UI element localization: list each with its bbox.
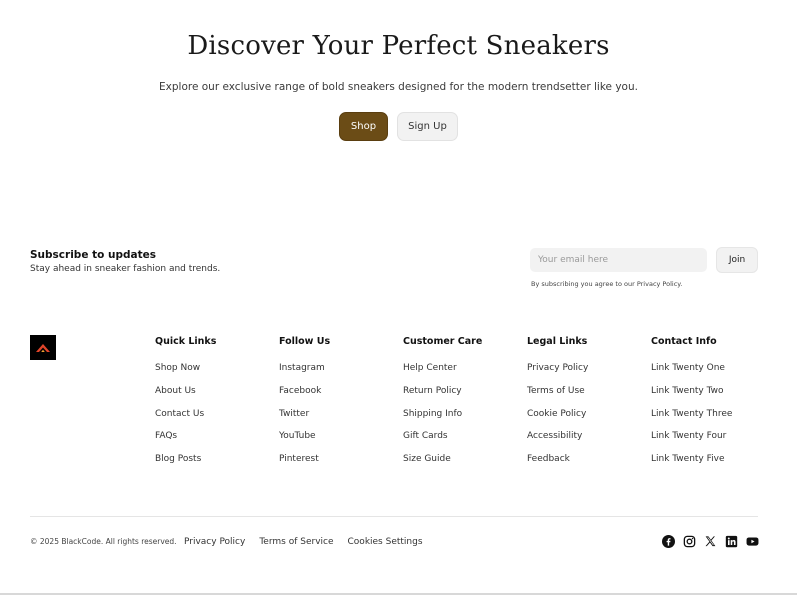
footer-link[interactable]: Instagram [279, 362, 330, 385]
footer-column-follow-us: Follow Us Instagram Facebook Twitter You… [279, 336, 330, 476]
footer-link[interactable]: Pinterest [279, 453, 330, 476]
footer-link[interactable]: Shop Now [155, 362, 216, 385]
footer-link[interactable]: Facebook [279, 385, 330, 408]
hero-subtitle: Explore our exclusive range of bold snea… [159, 81, 638, 93]
footer-link[interactable]: Link Twenty Three [651, 408, 732, 431]
footer-link[interactable]: FAQs [155, 430, 216, 453]
footer-column-customer-care: Customer Care Help Center Return Policy … [403, 336, 482, 476]
footer-link[interactable]: Feedback [527, 453, 588, 476]
footer-column-quick-links: Quick Links Shop Now About Us Contact Us… [155, 336, 216, 476]
privacy-policy-link[interactable]: Privacy Policy [184, 537, 245, 547]
consent-text: By subscribing you agree to our Privacy … [531, 280, 683, 288]
footer-link[interactable]: Accessibility [527, 430, 588, 453]
footer-link[interactable]: Return Policy [403, 385, 482, 408]
youtube-icon[interactable] [746, 535, 759, 548]
email-input[interactable] [530, 248, 707, 272]
footer-link[interactable]: Blog Posts [155, 453, 216, 476]
footer-link[interactable]: Gift Cards [403, 430, 482, 453]
social-icons [662, 535, 759, 548]
footer-link[interactable]: Cookie Policy [527, 408, 588, 431]
column-title: Customer Care [403, 336, 483, 347]
column-title: Contact Info [651, 336, 717, 347]
instagram-icon[interactable] [683, 535, 696, 548]
footer-link[interactable]: Size Guide [403, 453, 482, 476]
legal-links: Privacy Policy Terms of Service Cookies … [184, 537, 423, 547]
subscribe-title: Subscribe to updates [30, 249, 156, 261]
join-button[interactable]: Join [716, 247, 758, 273]
column-title: Quick Links [155, 336, 217, 347]
footer-link[interactable]: Link Twenty Five [651, 453, 732, 476]
footer-column-legal-links: Legal Links Privacy Policy Terms of Use … [527, 336, 588, 476]
footer-link[interactable]: Terms of Use [527, 385, 588, 408]
cookies-settings-link[interactable]: Cookies Settings [348, 537, 423, 547]
footer-divider [30, 516, 758, 517]
subscribe-description: Stay ahead in sneaker fashion and trends… [30, 264, 221, 274]
footer-column-contact-info: Contact Info Link Twenty One Link Twenty… [651, 336, 732, 476]
footer-link[interactable]: Twitter [279, 408, 330, 431]
column-title: Follow Us [279, 336, 331, 347]
footer-link[interactable]: About Us [155, 385, 216, 408]
footer-link[interactable]: Help Center [403, 362, 482, 385]
linkedin-icon[interactable] [725, 535, 738, 548]
x-icon[interactable] [704, 535, 717, 548]
footer-link[interactable]: YouTube [279, 430, 330, 453]
brand-logo[interactable] [30, 335, 56, 360]
shop-button[interactable]: Shop [339, 112, 388, 141]
footer-link[interactable]: Contact Us [155, 408, 216, 431]
sign-up-button[interactable]: Sign Up [397, 112, 458, 141]
footer-link[interactable]: Link Twenty Two [651, 385, 732, 408]
hero-title: Discover Your Perfect Sneakers [187, 31, 610, 61]
footer-link[interactable]: Link Twenty Four [651, 430, 732, 453]
hero-actions: Shop Sign Up [0, 112, 797, 141]
footer-link[interactable]: Shipping Info [403, 408, 482, 431]
logo-mark-icon [36, 344, 50, 352]
footer-link[interactable]: Privacy Policy [527, 362, 588, 385]
facebook-icon[interactable] [662, 535, 675, 548]
terms-of-service-link[interactable]: Terms of Service [259, 537, 333, 547]
copyright-text: © 2025 BlackCode. All rights reserved. [30, 537, 177, 546]
footer-link[interactable]: Link Twenty One [651, 362, 732, 385]
column-title: Legal Links [527, 336, 588, 347]
